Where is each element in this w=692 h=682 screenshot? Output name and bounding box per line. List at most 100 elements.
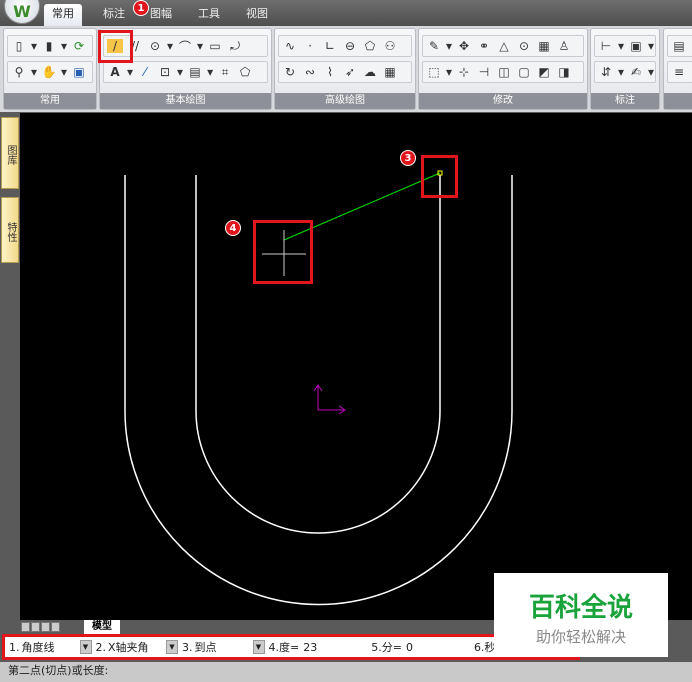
- pan-icon[interactable]: ✋: [41, 65, 57, 79]
- line-type-select[interactable]: 角度线: [20, 639, 80, 655]
- mirror-icon[interactable]: △: [496, 39, 512, 53]
- group-label: [664, 93, 692, 109]
- toolbar-row: ≡: [667, 61, 692, 83]
- erase-icon[interactable]: ✎: [426, 39, 442, 53]
- highlight-cursor: [253, 220, 313, 284]
- last-tab-button[interactable]: [51, 622, 60, 632]
- drawing-canvas[interactable]: [20, 113, 692, 620]
- group-label: 修改: [419, 93, 587, 109]
- tab-dimension[interactable]: 标注: [95, 4, 133, 26]
- toolbar-row: ⬚ ▾ ⊹ ⊣ ◫ ▢ ◩ ◨: [422, 61, 584, 83]
- polygon-icon[interactable]: ⬠: [362, 39, 378, 53]
- chamfer-icon[interactable]: ◩: [536, 65, 552, 79]
- watermark: 百科全说 助你轻松解决: [494, 573, 668, 657]
- polyline-icon[interactable]: ⤾: [227, 39, 243, 54]
- minute-input[interactable]: 0: [402, 641, 474, 654]
- side-tab-properties[interactable]: 特性: [1, 197, 19, 263]
- layer-icon[interactable]: ▣: [71, 65, 87, 79]
- group-label: 标注: [591, 93, 659, 109]
- toolbar-row: ⚲ ▾ ✋ ▾ ▣: [7, 61, 93, 83]
- ucs-icon: [313, 384, 346, 415]
- array-icon[interactable]: ▦: [536, 39, 552, 53]
- centerline-icon[interactable]: ⁄: [137, 65, 153, 79]
- point-icon[interactable]: ·: [302, 39, 318, 53]
- tab-model[interactable]: 模型: [84, 620, 120, 634]
- arrow-icon[interactable]: ➶: [342, 65, 358, 79]
- angle-ref-select[interactable]: X轴夹角: [106, 639, 166, 655]
- group-label: 高级绘图: [275, 93, 415, 109]
- degree-label: 4.度=: [268, 641, 300, 654]
- linetype-icon[interactable]: ≡: [671, 65, 687, 79]
- step-marker-4: 4: [225, 220, 241, 236]
- break-icon[interactable]: ▢: [516, 65, 532, 79]
- circle-icon[interactable]: ⊙: [147, 39, 163, 53]
- spline-icon[interactable]: ∿: [282, 39, 298, 53]
- toolbar-row: ▯ ▾ ▮ ▾ ⟳: [7, 35, 93, 57]
- tab-tools[interactable]: 工具: [190, 4, 228, 26]
- hatch-icon[interactable]: ▤: [187, 65, 203, 79]
- dimension-icon[interactable]: ⊢: [598, 39, 614, 53]
- refresh-icon[interactable]: ⟳: [71, 39, 87, 53]
- side-tab-library[interactable]: 图库: [1, 117, 19, 189]
- text-icon[interactable]: A: [107, 65, 123, 79]
- step-marker-3: 3: [400, 150, 416, 166]
- break-line-icon[interactable]: ⌇: [322, 65, 338, 79]
- ellipse-icon[interactable]: ⊖: [342, 39, 358, 53]
- rectangle-icon[interactable]: ▭: [207, 39, 223, 53]
- degree-input[interactable]: 23: [299, 641, 371, 654]
- mode-select[interactable]: 到点: [193, 639, 253, 655]
- extend-icon[interactable]: ⊣: [476, 65, 492, 79]
- watermark-subtitle: 助你轻松解决: [535, 628, 626, 646]
- app-logo[interactable]: W: [4, 0, 40, 24]
- fillet-icon[interactable]: ◨: [556, 65, 572, 79]
- toolbar-row: ✎ ▾ ✥ ⚭ △ ⊙ ▦ ♙: [422, 35, 584, 57]
- coordinate-icon[interactable]: ⇵: [598, 65, 614, 79]
- arc-icon[interactable]: ⌒: [177, 38, 193, 55]
- dropdown-arrow-icon[interactable]: ▼: [252, 640, 265, 654]
- angle-icon[interactable]: ∟: [322, 39, 338, 53]
- group-modify: ✎ ▾ ✥ ⚭ △ ⊙ ▦ ♙ ⬚ ▾ ⊹ ⊣ ◫ ▢ ◩ ◨ 修改: [418, 28, 588, 110]
- next-tab-button[interactable]: [41, 622, 50, 632]
- title-bar: W 常用 标注 图幅 工具 视图: [0, 0, 692, 26]
- copy-icon[interactable]: ⚭: [476, 39, 492, 53]
- option-1-label: 1.: [9, 640, 20, 654]
- watermark-title: 百科全说: [528, 593, 633, 623]
- stretch-icon[interactable]: ◫: [496, 65, 512, 79]
- open-icon[interactable]: ▮: [41, 39, 57, 53]
- tab-view[interactable]: 视图: [238, 4, 276, 26]
- toolbar-row: ▤: [667, 35, 692, 57]
- group-common: ▯ ▾ ▮ ▾ ⟳ ⚲ ▾ ✋ ▾ ▣ 常用: [3, 28, 97, 110]
- move-icon[interactable]: ✥: [456, 39, 472, 53]
- dropdown-arrow-icon[interactable]: ▼: [166, 640, 178, 654]
- minute-label: 5.分=: [371, 641, 402, 654]
- offset-icon[interactable]: ♙: [556, 39, 572, 53]
- properties-icon[interactable]: ▤: [671, 39, 687, 53]
- first-tab-button[interactable]: [21, 622, 30, 632]
- tolerance-icon[interactable]: ▣: [628, 39, 644, 53]
- wave-icon[interactable]: ∾: [302, 65, 318, 79]
- block-icon[interactable]: ⊡: [157, 65, 173, 79]
- edit-dim-icon[interactable]: ✍: [628, 65, 644, 79]
- table-icon[interactable]: ▦: [382, 65, 398, 79]
- rotate-icon[interactable]: ⊙: [516, 39, 532, 53]
- cloud-icon[interactable]: ☁: [362, 65, 378, 79]
- toolbar-row: ↻ ∾ ⌇ ➶ ☁ ▦: [278, 61, 412, 83]
- select-icon[interactable]: ⬚: [426, 65, 442, 79]
- dropdown-arrow-icon[interactable]: ▼: [79, 640, 92, 654]
- zoom-icon[interactable]: ⚲: [11, 65, 27, 79]
- rotate-icon[interactable]: ↻: [282, 65, 298, 79]
- tab-common[interactable]: 常用: [44, 4, 82, 26]
- shape-icon[interactable]: ⬠: [237, 65, 253, 79]
- group-label: 常用: [4, 93, 96, 109]
- toolbar-row: ⊢ ▾ ▣ ▾: [594, 35, 656, 57]
- command-prompt: 第二点(切点)或长度:: [0, 662, 692, 682]
- highlight-line-tool: [98, 30, 133, 63]
- side-panel: 图库 特性: [0, 113, 20, 620]
- prev-tab-button[interactable]: [31, 622, 40, 632]
- group-more: ▤ ≡: [663, 28, 692, 110]
- toolbar-row: ⇵ ▾ ✍ ▾: [594, 61, 656, 83]
- new-icon[interactable]: ▯: [11, 39, 27, 53]
- symbol-icon[interactable]: ⚇: [382, 39, 398, 53]
- trim-icon[interactable]: ⊹: [456, 65, 472, 79]
- grid-icon[interactable]: ⌗: [217, 65, 233, 80]
